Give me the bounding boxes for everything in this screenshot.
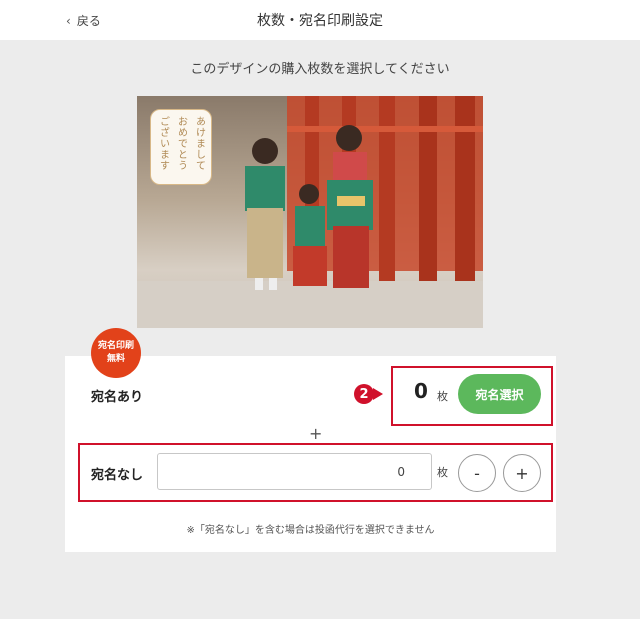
with-address-unit: 枚 bbox=[437, 390, 448, 403]
greeting-card-overlay: あけまして おめでとう ございます bbox=[150, 109, 212, 185]
plus-separator: + bbox=[309, 424, 323, 443]
with-address-count: 0 bbox=[414, 379, 428, 403]
design-preview-image: あけまして おめでとう ございます bbox=[137, 96, 483, 328]
without-address-label: 宛名なし bbox=[91, 468, 144, 483]
decrement-button[interactable]: - bbox=[458, 454, 496, 492]
postal-service-note: ※「宛名なし」を含む場合は投函代行を選択できません bbox=[186, 525, 435, 536]
quantity-input[interactable] bbox=[157, 453, 432, 490]
with-address-label: 宛名あり bbox=[91, 390, 144, 405]
top-bar: ‹ 戻る 枚数・宛名印刷設定 bbox=[0, 0, 640, 40]
without-address-unit: 枚 bbox=[437, 466, 448, 479]
step-number-badge: 2 bbox=[354, 384, 374, 404]
select-address-button[interactable]: 宛名選択 bbox=[458, 374, 541, 414]
instruction-text: このデザインの購入枚数を選択してください bbox=[190, 62, 450, 77]
card-text-line: あけまして bbox=[193, 116, 205, 171]
page-title: 枚数・宛名印刷設定 bbox=[257, 13, 383, 29]
arrow-right-icon bbox=[373, 388, 383, 400]
card-text-line: おめでとう bbox=[175, 116, 187, 171]
card-text-line: ございます bbox=[157, 116, 169, 171]
badge-line-2: 無料 bbox=[106, 354, 125, 364]
increment-button[interactable]: + bbox=[503, 454, 541, 492]
free-address-print-badge: 宛名印刷 無料 bbox=[91, 328, 141, 378]
badge-line-1: 宛名印刷 bbox=[97, 341, 134, 351]
